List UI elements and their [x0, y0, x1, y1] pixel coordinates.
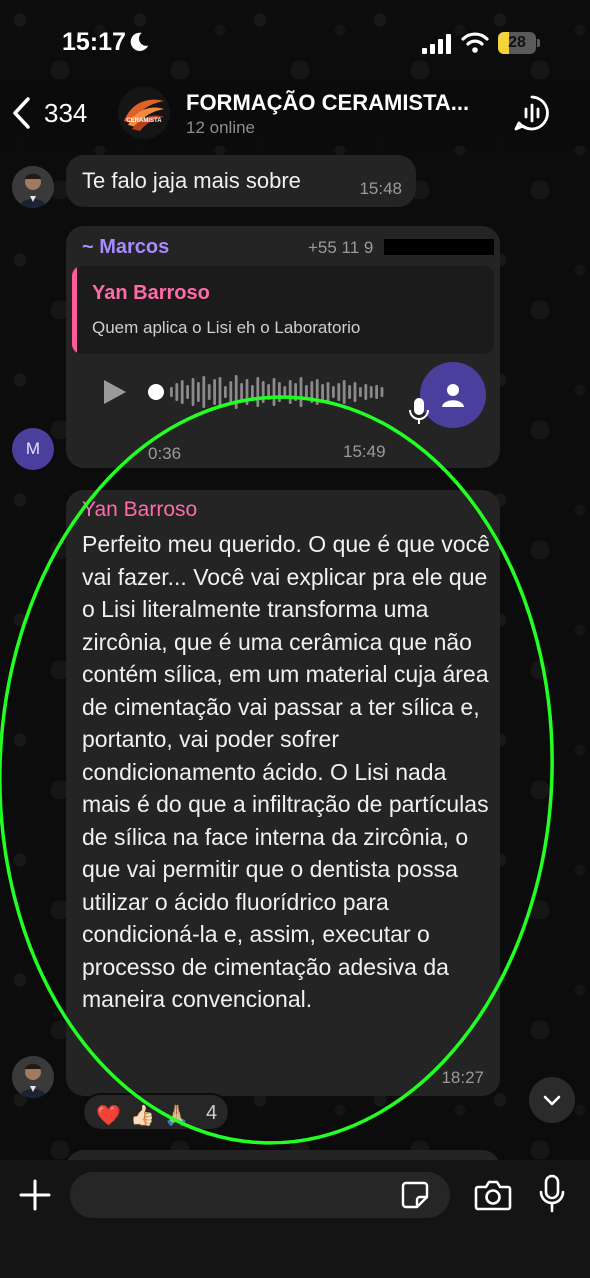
profile-photo — [12, 1056, 54, 1098]
message-input[interactable] — [70, 1172, 450, 1218]
waveform-bar — [364, 384, 368, 400]
waveform-bar — [261, 381, 265, 403]
voice-message-bubble[interactable]: ~ Marcos +55 11 9 Yan Barroso Quem aplic… — [66, 226, 500, 468]
waveform-bar — [245, 379, 249, 405]
reaction-thumbs-up[interactable]: 👍🏻 — [130, 1103, 155, 1128]
voice-waveform[interactable] — [148, 372, 388, 412]
waveform-bar — [170, 387, 173, 397]
status-time: 15:17 — [62, 28, 126, 56]
waveform-bar — [283, 386, 287, 398]
ceramista-logo: CERAMISTA — [118, 87, 170, 139]
scroll-to-bottom-button[interactable] — [529, 1077, 575, 1123]
waveform-bar — [288, 380, 292, 404]
voice-chat-icon[interactable] — [512, 93, 552, 133]
waveform-bar — [299, 377, 303, 407]
plus-icon[interactable] — [18, 1178, 52, 1212]
waveform-bar — [229, 381, 233, 403]
waveform-bar — [310, 381, 314, 403]
waveform-bar — [272, 378, 276, 406]
voice-duration: 0:36 — [148, 444, 182, 463]
avatar[interactable] — [12, 1056, 54, 1098]
waveform-bar — [294, 383, 297, 401]
sender-phone: +55 11 9 — [308, 238, 374, 257]
waveform-bar — [337, 383, 341, 401]
quote-sender: Yan Barroso — [92, 282, 210, 304]
redaction-bar — [384, 239, 494, 255]
waveform-bar — [375, 385, 378, 399]
message-text: Te falo jaja mais sobre — [82, 168, 301, 193]
waveform-bar — [278, 382, 281, 402]
waveform-bar — [186, 385, 189, 399]
avatar-initial[interactable]: M — [12, 428, 54, 470]
back-button[interactable]: 334 — [10, 93, 87, 133]
group-title[interactable]: FORMAÇÃO CERAMISTA... — [186, 90, 469, 116]
reaction-count: 4 — [206, 1102, 218, 1124]
waveform-bar — [234, 375, 238, 409]
message-time: 18:27 — [441, 1068, 484, 1087]
reaction-heart[interactable]: ❤️ — [96, 1103, 121, 1128]
message-time: 15:48 — [359, 179, 402, 198]
message-bubble[interactable]: Yan Barroso Perfeito meu querido. O que … — [66, 490, 500, 1096]
sender-name[interactable]: Yan Barroso — [82, 498, 197, 522]
waveform-bar — [251, 385, 254, 399]
message-text: Perfeito meu querido. O que é que você v… — [82, 531, 490, 1012]
waveform-bar — [197, 382, 200, 402]
waveform-bar — [218, 377, 222, 407]
chevron-left-icon — [13, 97, 30, 129]
battery-level: 28 — [508, 34, 526, 51]
waveform-bar — [213, 379, 216, 405]
message-bubble[interactable]: Te falo jaja mais sobre 15:48 — [66, 155, 416, 207]
composer-bar — [0, 1160, 590, 1278]
logo-wordmark: CERAMISTA — [126, 118, 162, 124]
waveform-bar — [180, 380, 184, 404]
waveform-bar — [348, 385, 351, 399]
waveform-bar — [191, 378, 195, 406]
profile-photo — [12, 166, 54, 208]
unread-count: 334 — [44, 97, 88, 128]
status-bar: 15:17 28 — [0, 0, 590, 80]
quote-text: Quem aplica o Lisi eh o Laboratorio — [92, 318, 361, 337]
signal-icon — [422, 34, 451, 54]
sender-name[interactable]: ~ Marcos — [82, 236, 169, 259]
chevron-down-icon — [543, 1095, 561, 1106]
waveform-bar — [359, 387, 362, 397]
waveform-bar — [224, 386, 227, 398]
online-count: 12 online — [186, 118, 256, 137]
waveform-bar — [332, 386, 335, 398]
waveform-bar — [240, 383, 243, 401]
quote-accent-bar — [72, 266, 77, 354]
waveform-bar — [321, 384, 324, 400]
battery-icon: 28 — [498, 32, 540, 54]
message-time: 15:49 — [343, 442, 386, 461]
waveform-bar — [315, 379, 319, 405]
sticker-icon[interactable] — [400, 1180, 430, 1210]
reactions-bar[interactable]: ❤️ 👍🏻 🙏🏼 4 — [82, 1093, 230, 1131]
waveform-bar — [202, 376, 206, 408]
quoted-message[interactable]: Yan Barroso Quem aplica o Lisi eh o Labo… — [72, 266, 494, 354]
waveform-bar — [207, 384, 211, 400]
waveform-bar — [380, 387, 384, 397]
chat-header: 334 CERAMISTA FORMAÇÃO CERAMISTA... 12 o… — [0, 80, 590, 146]
play-icon[interactable] — [102, 378, 128, 406]
camera-icon[interactable] — [474, 1178, 512, 1212]
microphone-icon — [409, 398, 429, 424]
reaction-pray[interactable]: 🙏🏼 — [164, 1103, 189, 1128]
wifi-icon — [461, 32, 489, 53]
waveform-bar — [342, 380, 346, 404]
waveform-bar — [353, 382, 357, 402]
waveform-bar — [256, 377, 260, 407]
waveform-bar — [326, 382, 330, 402]
moon-icon — [130, 32, 149, 51]
avatar[interactable] — [12, 166, 54, 208]
group-avatar[interactable]: CERAMISTA — [118, 87, 170, 139]
waveform-bar — [267, 384, 270, 400]
waveform-bar — [369, 386, 373, 398]
waveform-bar — [175, 383, 179, 401]
waveform-bar — [305, 385, 308, 399]
microphone-icon[interactable] — [538, 1174, 566, 1214]
person-icon — [442, 384, 464, 407]
